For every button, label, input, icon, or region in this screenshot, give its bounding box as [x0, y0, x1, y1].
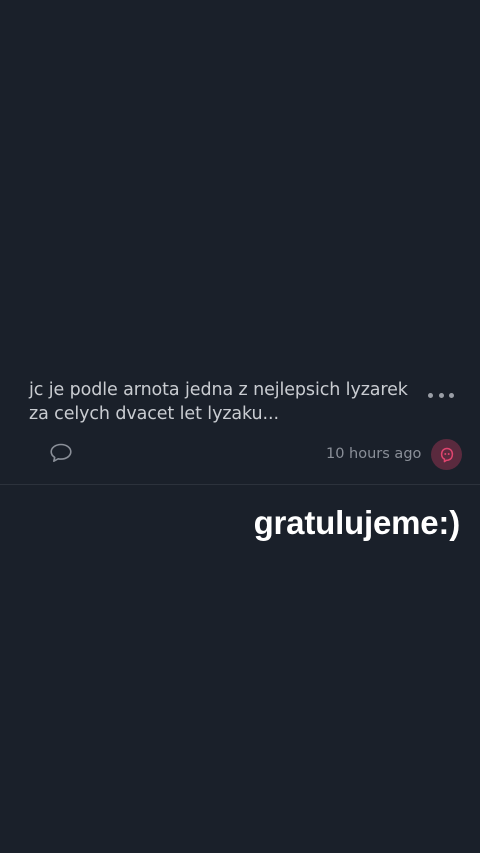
- speech-bubble-icon: [50, 443, 72, 462]
- post-timestamp: 10 hours ago: [326, 446, 422, 462]
- post-text: jc je podle arnota jedna z nejlepsich ly…: [29, 380, 408, 424]
- more-dot: [449, 392, 454, 398]
- story-text-overlay: gratulujeme:): [253, 504, 461, 541]
- comment-icon[interactable]: [48, 442, 74, 464]
- avatar[interactable]: [431, 439, 462, 470]
- more-dot: [428, 392, 433, 398]
- more-dot: [438, 392, 444, 398]
- post-card: jc je podle arnota jedna z nejlepsich ly…: [0, 362, 480, 485]
- more-options-button[interactable]: [425, 384, 457, 406]
- ghost-face-icon: [440, 447, 453, 462]
